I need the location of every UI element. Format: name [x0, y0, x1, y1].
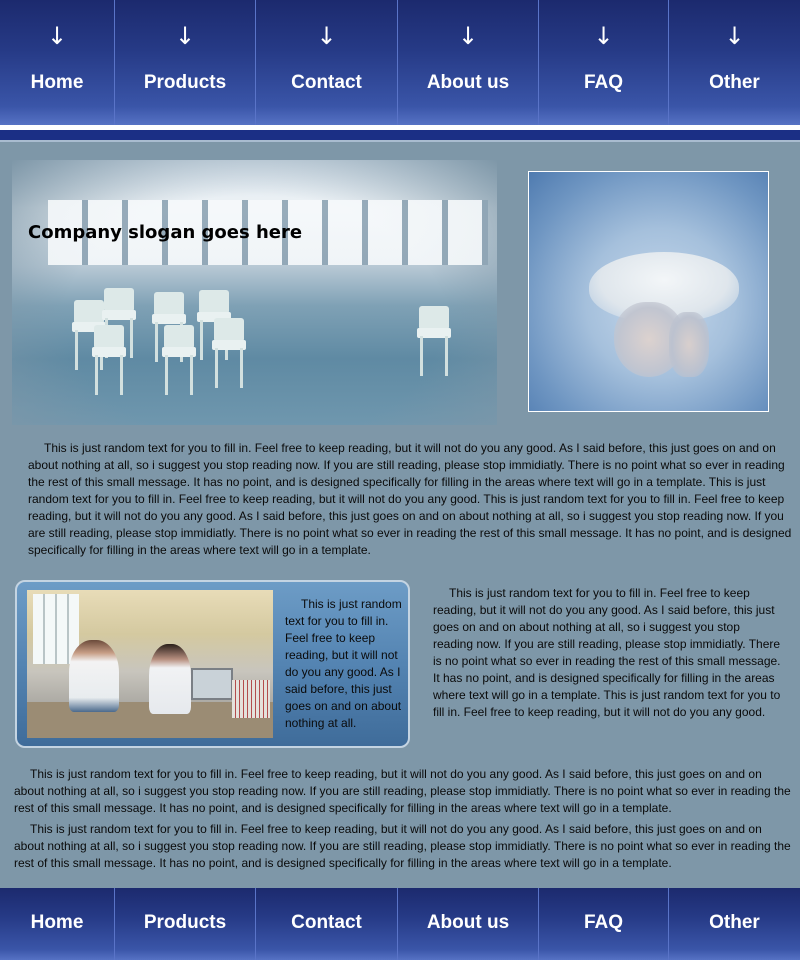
side-paragraph: This is just random text for you to fill…	[433, 586, 781, 719]
featured-card: This is just random text for you to fill…	[15, 580, 410, 748]
side-photo-woman-hat	[528, 171, 769, 412]
top-nav-contact-label: Contact	[291, 72, 362, 93]
down-arrow-icon: ↓	[174, 22, 196, 50]
hero-image-empty-office	[12, 160, 497, 425]
bottom-nav-about-us[interactable]: About us	[398, 888, 539, 960]
top-nav-products[interactable]: ↓ Products	[115, 0, 256, 125]
body-paragraph-4: This is just random text for you to fill…	[14, 822, 791, 870]
down-arrow-icon: ↓	[724, 22, 745, 50]
bottom-nav-home-label: Home	[30, 912, 84, 933]
top-nav-about-us[interactable]: ↓ About us	[398, 0, 539, 125]
body-paragraph-3: This is just random text for you to fill…	[14, 767, 791, 815]
down-arrow-icon: ↓	[46, 22, 68, 50]
down-arrow-icon: ↓	[457, 22, 479, 50]
bottom-nav-contact[interactable]: Contact	[256, 888, 398, 960]
chair	[92, 325, 126, 395]
chair	[417, 306, 451, 376]
office-meeting-photo	[27, 590, 273, 738]
top-nav: ↓ Home ↓ Products ↓ Contact ↓ About us ↓…	[0, 0, 800, 125]
bottom-nav-products-label: Products	[143, 912, 227, 933]
top-nav-faq[interactable]: ↓ FAQ	[539, 0, 669, 125]
down-arrow-icon: ↓	[316, 22, 337, 50]
bottom-nav-other[interactable]: Other	[669, 888, 800, 960]
bottom-nav-faq[interactable]: FAQ	[539, 888, 669, 960]
bottom-nav-other-label: Other	[709, 912, 760, 933]
bottom-nav-contact-label: Contact	[291, 912, 362, 933]
top-nav-other-label: Other	[709, 72, 760, 93]
nav-divider-light	[0, 140, 800, 142]
top-nav-other[interactable]: ↓ Other	[669, 0, 800, 125]
bottom-nav-products[interactable]: Products	[115, 888, 256, 960]
chair	[212, 318, 246, 388]
top-nav-home-label: Home	[30, 72, 84, 93]
top-nav-about-us-label: About us	[426, 72, 510, 93]
down-arrow-icon: ↓	[593, 22, 614, 50]
top-nav-products-label: Products	[143, 72, 227, 93]
chair	[162, 325, 196, 395]
bottom-nav-about-us-label: About us	[426, 912, 510, 933]
bottom-nav: Home Products Contact About us FAQ Other	[0, 888, 800, 960]
card-text: This is just random text for you to fill…	[285, 597, 402, 730]
top-nav-home[interactable]: ↓ Home	[0, 0, 115, 125]
hand-shape	[669, 312, 709, 377]
bottom-nav-faq-label: FAQ	[583, 912, 624, 933]
bottom-nav-home[interactable]: Home	[0, 888, 115, 960]
top-nav-contact[interactable]: ↓ Contact	[256, 0, 398, 125]
top-nav-faq-label: FAQ	[583, 72, 624, 93]
intro-paragraph: This is just random text for you to fill…	[28, 441, 792, 557]
nav-divider-blue	[0, 130, 800, 140]
company-slogan: Company slogan goes here	[28, 222, 303, 243]
